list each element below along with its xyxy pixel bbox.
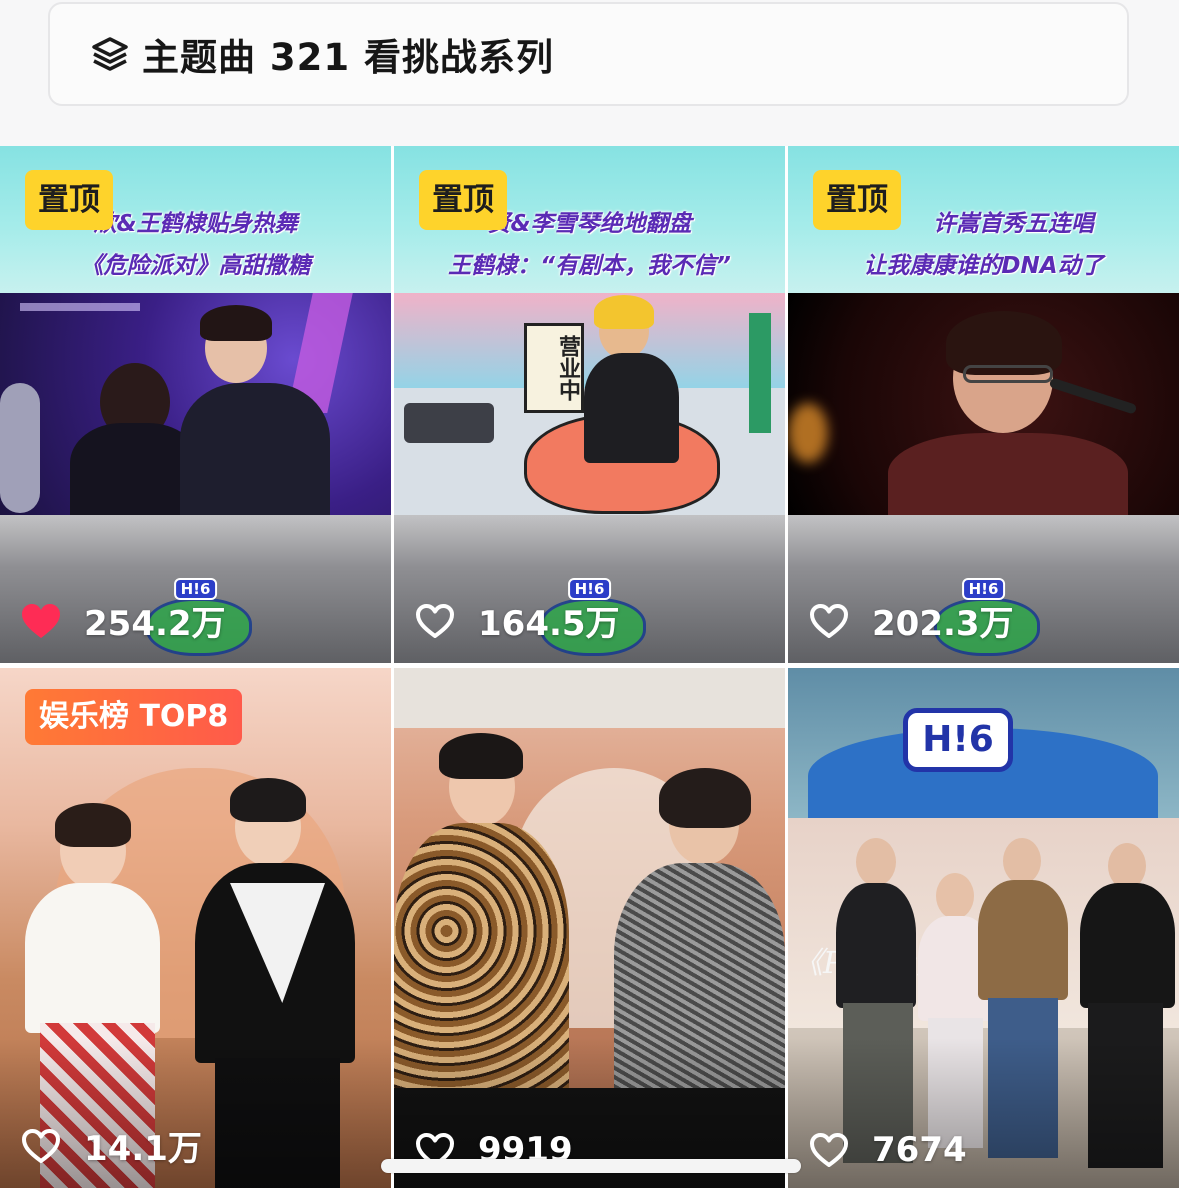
pinned-badge: 置顶 bbox=[419, 170, 507, 230]
pinned-badge: 置顶 bbox=[25, 170, 113, 230]
caption-line: 王鹤棣：“有剧本，我不信” bbox=[448, 253, 731, 279]
pinned-badge: 置顶 bbox=[813, 170, 901, 230]
caption-line: 让我康康谁的DNA动了 bbox=[863, 253, 1104, 279]
video-grid: 欣&王鹤棣贴身热舞 《危险派对》高甜撒糖 H!6 置顶 254.2万 贤&李雪琴… bbox=[0, 146, 1179, 1192]
like-counter[interactable]: 254.2万 bbox=[20, 596, 226, 645]
caption-line: 《危险派对》高甜撒糖 bbox=[80, 253, 311, 279]
video-tile[interactable]: 娱乐榜 TOP8 14.1万 bbox=[0, 668, 391, 1188]
like-counter[interactable]: 202.3万 bbox=[808, 596, 1014, 645]
show-logo: H!6 bbox=[903, 708, 1013, 772]
heart-outline-icon bbox=[810, 1133, 848, 1167]
like-count: 254.2万 bbox=[84, 604, 226, 644]
heart-filled-icon bbox=[22, 603, 60, 638]
like-count: 7674 bbox=[872, 1130, 967, 1170]
video-tile[interactable]: H!6 《Pretty》 7674 bbox=[788, 668, 1179, 1188]
like-count: 202.3万 bbox=[872, 604, 1014, 644]
heart-outline-icon bbox=[810, 603, 848, 638]
like-counter[interactable]: 14.1万 bbox=[20, 1121, 202, 1170]
scroll-indicator[interactable] bbox=[381, 1159, 801, 1173]
like-count: 164.5万 bbox=[478, 604, 620, 644]
ranking-badge: 娱乐榜 TOP8 bbox=[25, 689, 243, 745]
layers-icon bbox=[92, 37, 128, 71]
video-tile[interactable]: 欣&王鹤棣贴身热舞 《危险派对》高甜撒糖 H!6 置顶 254.2万 bbox=[0, 146, 391, 663]
video-thumbnail bbox=[0, 293, 391, 515]
video-tile[interactable]: 9919 bbox=[394, 668, 785, 1188]
video-tile[interactable]: 贤&李雪琴绝地翻盘 王鹤棣：“有剧本，我不信” 营业中 H!6 置顶 164.5… bbox=[394, 146, 785, 663]
video-tile[interactable]: 许嵩首秀五连唱 让我康康谁的DNA动了 H!6 置顶 202.3万 bbox=[788, 146, 1179, 663]
like-counter[interactable]: 7674 bbox=[808, 1130, 967, 1170]
video-thumbnail bbox=[788, 293, 1179, 515]
like-counter[interactable]: 164.5万 bbox=[414, 596, 620, 645]
collection-header[interactable]: 主题曲 321 看挑战系列 bbox=[48, 2, 1129, 106]
heart-outline-icon bbox=[22, 1128, 60, 1163]
collection-title: 主题曲 321 看挑战系列 bbox=[142, 36, 554, 79]
heart-outline-icon bbox=[416, 603, 454, 638]
like-count: 14.1万 bbox=[84, 1129, 202, 1169]
video-thumbnail: 营业中 bbox=[394, 293, 785, 515]
